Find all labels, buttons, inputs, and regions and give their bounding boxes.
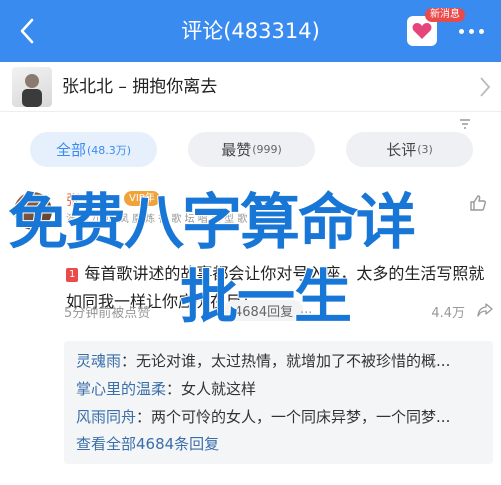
vip-badge: VIP年 <box>124 191 160 206</box>
favorite-button[interactable]: 新消息 <box>407 8 465 46</box>
reply-user-name[interactable]: 风雨同舟 <box>76 408 136 426</box>
view-all-replies-link[interactable]: 查看全部4684条回复 <box>76 431 481 457</box>
tab-most-liked[interactable]: 最赞 (999) <box>188 132 315 167</box>
reply-user-name[interactable]: 掌心里的温柔 <box>76 380 166 398</box>
comment-filter-tabs: 全部 (48.3万) 最赞 (999) 长评 (3) <box>0 112 501 190</box>
tab-all[interactable]: 全部 (48.3万) <box>30 132 157 167</box>
reply-item[interactable]: 掌心里的温柔：女人就这样 <box>76 375 481 403</box>
tab-label: 全部 <box>55 141 86 159</box>
reply-item[interactable]: 灵魂雨：无论对谁，太过热情，就增加了不被珍惜的概... <box>76 347 481 375</box>
reply-text: 无论对谁，太过热情，就增加了不被珍惜的概... <box>136 352 451 370</box>
comment-time: 5分钟前被点赞 <box>64 306 151 321</box>
comment-meta: 5分钟前被点赞 4684回复 ... 4.4万 <box>64 300 493 322</box>
song-info-bar[interactable]: 张北北 – 拥抱你离去 <box>0 62 501 112</box>
tab-label: 长评 <box>386 141 417 159</box>
tab-long-review[interactable]: 长评 (3) <box>346 132 473 167</box>
comment-item: 张 VIP年 演 歌 小 贝 凤 凰 炼 行 歌 坛 唱 实 型 歌 手 歌 品… <box>0 190 501 485</box>
reply-item[interactable]: 风雨同舟：两个可怜的女人，一个同床异梦，一个同梦... <box>76 403 481 431</box>
reply-button[interactable]: 4684回复 <box>224 300 304 321</box>
top-bar: 评论(483314) 新消息 <box>0 0 501 62</box>
like-icon[interactable] <box>469 194 487 216</box>
reply-user-name[interactable]: 灵魂雨 <box>76 352 121 370</box>
tab-count: (48.3万) <box>86 143 132 157</box>
dot-icon <box>478 28 484 34</box>
chevron-right-icon <box>479 76 491 102</box>
view-count: 4.4万 <box>431 306 465 321</box>
sort-filter-icon[interactable] <box>459 116 471 135</box>
user-name[interactable]: 张 <box>66 190 80 210</box>
song-cover-image <box>12 67 52 107</box>
reply-text: 两个可怜的女人，一个同床异梦，一个同梦... <box>151 408 451 426</box>
tab-count: (3) <box>417 143 433 156</box>
tab-label: 最赞 <box>221 141 252 159</box>
new-message-badge: 新消息 <box>425 8 465 22</box>
share-icon[interactable] <box>477 302 493 322</box>
user-tagline: 演 歌 小 贝 凤 凰 炼 行 歌 坛 唱 实 型 歌 手 歌 品 <box>66 214 287 225</box>
dot-icon <box>468 28 474 34</box>
more-comment-options[interactable]: ... <box>300 302 312 317</box>
song-title: 张北北 – 拥抱你离去 <box>62 77 218 97</box>
user-avatar[interactable] <box>14 192 52 230</box>
tab-count: (999) <box>252 143 282 156</box>
heart-icon <box>412 23 432 39</box>
rank-tag: 1 <box>66 267 79 282</box>
dot-icon <box>458 28 464 34</box>
reply-preview-box[interactable]: 灵魂雨：无论对谁，太过热情，就增加了不被珍惜的概... 掌心里的温柔：女人就这样… <box>64 341 493 464</box>
reply-text: 女人就这样 <box>181 380 257 398</box>
